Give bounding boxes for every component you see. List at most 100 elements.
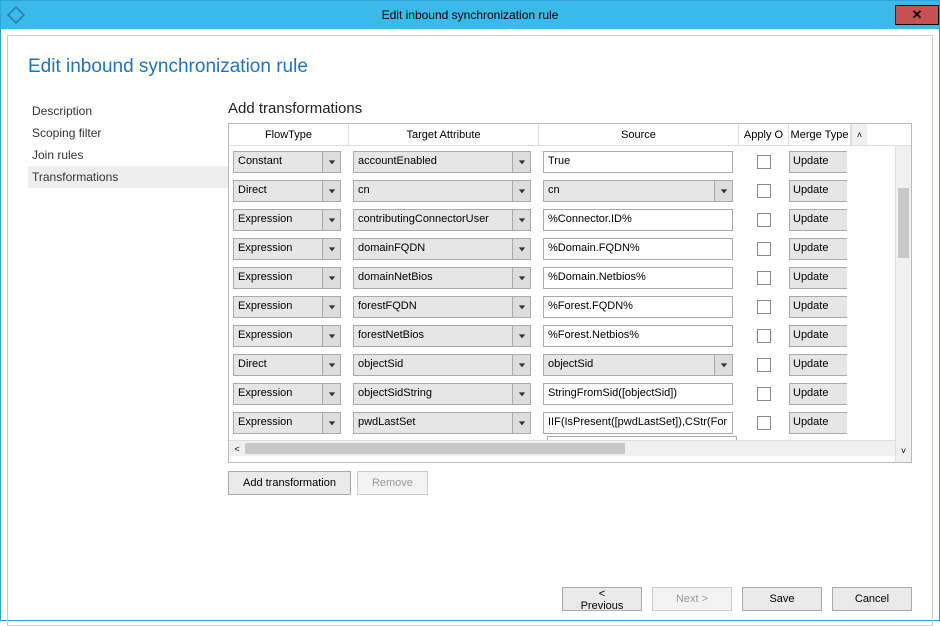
- source-input[interactable]: %Forest.FQDN%: [543, 296, 733, 318]
- apply-once-checkbox[interactable]: [757, 387, 771, 401]
- scroll-down-button[interactable]: ˅: [895, 440, 911, 462]
- sidebar-item-scoping-filter[interactable]: Scoping filter: [28, 122, 228, 144]
- flowtype-value: Expression: [233, 296, 323, 318]
- flowtype-select[interactable]: Constant: [233, 151, 341, 173]
- previous-button[interactable]: < Previous: [562, 587, 642, 611]
- target-attribute-select[interactable]: objectSid: [353, 354, 531, 376]
- merge-type-select[interactable]: Update: [789, 354, 847, 376]
- sidebar-item-join-rules[interactable]: Join rules: [28, 144, 228, 166]
- table-row: Constant accountEnabled True Update: [229, 146, 911, 175]
- transformations-grid: FlowType Target Attribute Source Apply O…: [228, 123, 912, 463]
- merge-type-value: Update: [789, 151, 847, 173]
- scroll-left-button[interactable]: ˂: [229, 441, 245, 456]
- merge-type-value: Update: [789, 180, 847, 202]
- vertical-scrollbar[interactable]: [895, 146, 911, 440]
- apply-once-checkbox[interactable]: [757, 329, 771, 343]
- target-attribute-select[interactable]: domainNetBios: [353, 267, 531, 289]
- flowtype-select[interactable]: Expression: [233, 267, 341, 289]
- horizontal-scrollbar-track[interactable]: [245, 441, 895, 456]
- flowtype-value: Expression: [233, 209, 323, 231]
- merge-type-select[interactable]: Update: [789, 238, 847, 260]
- merge-type-select[interactable]: Update: [789, 296, 847, 318]
- target-attribute-value: contributingConnectorUser: [353, 209, 513, 231]
- merge-type-select[interactable]: Update: [789, 267, 847, 289]
- target-attribute-select[interactable]: domainFQDN: [353, 238, 531, 260]
- apply-once-checkbox[interactable]: [757, 416, 771, 430]
- close-button[interactable]: ✕: [895, 5, 939, 25]
- source-select[interactable]: objectSid: [543, 354, 733, 376]
- apply-once-checkbox[interactable]: [757, 213, 771, 227]
- titlebar: Edit inbound synchronization rule ✕: [1, 1, 939, 29]
- apply-once-checkbox[interactable]: [757, 358, 771, 372]
- apply-once-checkbox[interactable]: [757, 300, 771, 314]
- target-attribute-select[interactable]: cn: [353, 180, 531, 202]
- source-input[interactable]: %Connector.ID%: [543, 209, 733, 231]
- source-select[interactable]: cn: [543, 180, 733, 202]
- merge-type-select[interactable]: Update: [789, 180, 847, 202]
- column-header-apply[interactable]: Apply O: [739, 124, 789, 145]
- target-attribute-value: domainNetBios: [353, 267, 513, 289]
- action-row: Add transformation Remove: [228, 471, 912, 495]
- source-input[interactable]: IIF(IsPresent([pwdLastSet]),CStr(For: [543, 412, 733, 434]
- merge-type-select[interactable]: Update: [789, 151, 847, 173]
- sidebar-item-transformations[interactable]: Transformations: [28, 166, 228, 188]
- flowtype-value: Direct: [233, 354, 323, 376]
- flowtype-value: Expression: [233, 238, 323, 260]
- flowtype-select[interactable]: Expression: [233, 412, 341, 434]
- target-attribute-value: domainFQDN: [353, 238, 513, 260]
- flowtype-select[interactable]: Direct: [233, 180, 341, 202]
- chevron-down-icon: [715, 180, 733, 202]
- flowtype-value: Expression: [233, 412, 323, 434]
- chevron-down-icon: [323, 180, 341, 202]
- flowtype-select[interactable]: Expression: [233, 209, 341, 231]
- apply-once-checkbox[interactable]: [757, 271, 771, 285]
- column-header-merge[interactable]: Merge Type: [789, 124, 851, 145]
- flowtype-select[interactable]: Expression: [233, 296, 341, 318]
- source-input[interactable]: %Domain.Netbios%: [543, 267, 733, 289]
- vertical-scrollbar-thumb[interactable]: [898, 188, 909, 258]
- target-attribute-select[interactable]: accountEnabled: [353, 151, 531, 173]
- column-header-flowtype[interactable]: FlowType: [229, 124, 349, 145]
- window: Edit inbound synchronization rule ✕ Edit…: [0, 0, 940, 621]
- remove-button: Remove: [357, 471, 428, 495]
- source-input[interactable]: True: [543, 151, 733, 173]
- column-header-target[interactable]: Target Attribute: [349, 124, 539, 145]
- cancel-button[interactable]: Cancel: [832, 587, 912, 611]
- source-input[interactable]: %Domain.FQDN%: [543, 238, 733, 260]
- horizontal-scrollbar-thumb[interactable]: [245, 443, 625, 454]
- chevron-down-icon: [513, 383, 531, 405]
- source-input[interactable]: IIF(IsPresent([msExchRecipientTyp: [547, 436, 737, 440]
- source-input[interactable]: StringFromSid([objectSid]): [543, 383, 733, 405]
- chevron-down-icon: [323, 209, 341, 231]
- horizontal-scrollbar[interactable]: ˂ ˃: [229, 440, 911, 456]
- apply-once-checkbox[interactable]: [757, 155, 771, 169]
- apply-once-checkbox[interactable]: [757, 242, 771, 256]
- target-attribute-select[interactable]: forestFQDN: [353, 296, 531, 318]
- target-attribute-select[interactable]: pwdLastSet: [353, 412, 531, 434]
- target-attribute-value: objectSidString: [353, 383, 513, 405]
- target-attribute-select[interactable]: forestNetBios: [353, 325, 531, 347]
- merge-type-select[interactable]: Update: [789, 412, 847, 434]
- main-panel: Add transformations FlowType Target Attr…: [228, 100, 912, 611]
- sidebar-item-description[interactable]: Description: [28, 100, 228, 122]
- flowtype-select[interactable]: Expression: [233, 383, 341, 405]
- merge-type-select[interactable]: Update: [789, 383, 847, 405]
- flowtype-select[interactable]: Expression: [233, 238, 341, 260]
- scroll-up-button[interactable]: ˄: [851, 124, 867, 145]
- source-input[interactable]: %Forest.Netbios%: [543, 325, 733, 347]
- merge-type-select[interactable]: Update: [789, 325, 847, 347]
- target-attribute-value: accountEnabled: [353, 151, 513, 173]
- flowtype-select[interactable]: Direct: [233, 354, 341, 376]
- sidebar-item-label: Transformations: [32, 170, 118, 184]
- chevron-down-icon: [513, 180, 531, 202]
- target-attribute-select[interactable]: contributingConnectorUser: [353, 209, 531, 231]
- chevron-down-icon: [323, 325, 341, 347]
- target-attribute-select[interactable]: objectSidString: [353, 383, 531, 405]
- flowtype-select[interactable]: Expression: [233, 325, 341, 347]
- merge-type-value: Update: [789, 209, 847, 231]
- apply-once-checkbox[interactable]: [757, 184, 771, 198]
- save-button[interactable]: Save: [742, 587, 822, 611]
- column-header-source[interactable]: Source: [539, 124, 739, 145]
- merge-type-select[interactable]: Update: [789, 209, 847, 231]
- add-transformation-button[interactable]: Add transformation: [228, 471, 351, 495]
